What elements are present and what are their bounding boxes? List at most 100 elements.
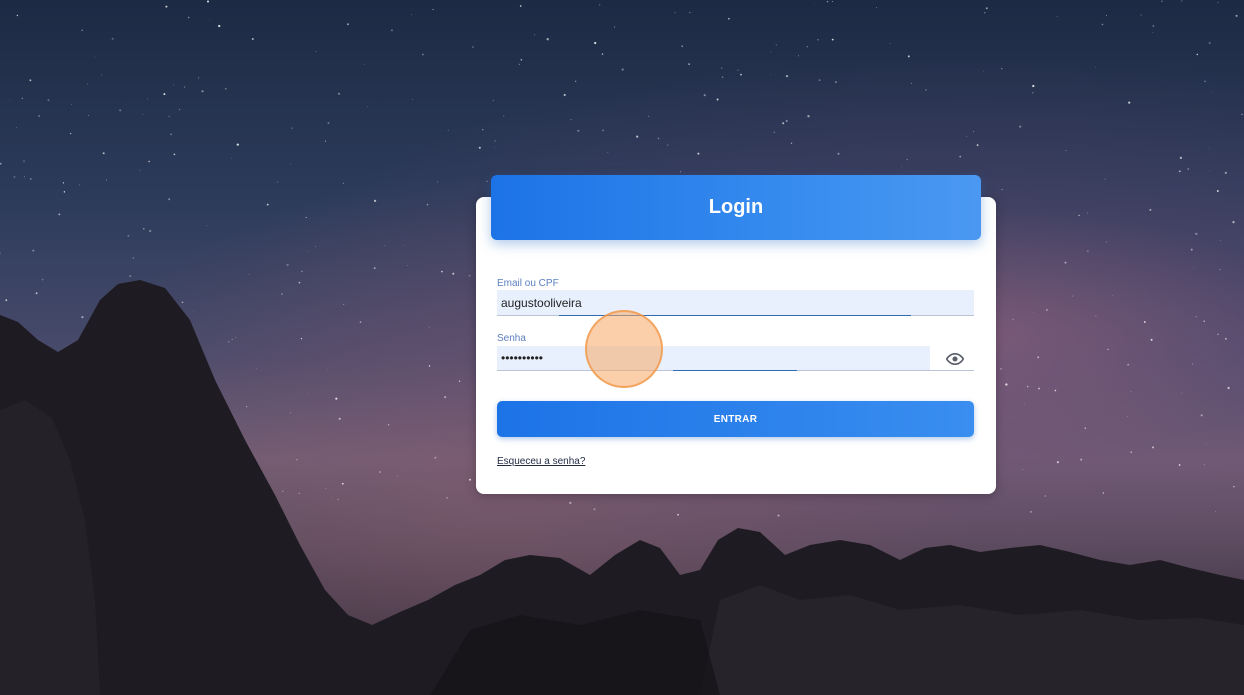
star	[594, 41, 597, 45]
star	[447, 129, 449, 131]
star	[520, 58, 523, 61]
star	[343, 303, 345, 305]
star	[1127, 416, 1128, 417]
star	[112, 385, 115, 388]
star	[233, 500, 235, 502]
toggle-password-visibility[interactable]	[944, 349, 966, 369]
star	[674, 12, 676, 14]
star	[577, 129, 580, 132]
star	[721, 76, 724, 78]
login-header: Login	[491, 175, 981, 240]
eye-icon	[946, 353, 964, 365]
star	[831, 1, 833, 2]
star	[1181, 392, 1183, 394]
forgot-password-link[interactable]: Esqueceu a senha?	[497, 456, 585, 467]
star	[143, 228, 145, 230]
star	[224, 87, 227, 90]
star	[1143, 320, 1146, 324]
star	[1205, 444, 1207, 445]
star	[231, 157, 233, 159]
star	[63, 191, 66, 193]
star	[189, 449, 192, 451]
star	[835, 81, 837, 83]
star	[689, 11, 691, 14]
star	[69, 132, 72, 135]
star	[458, 380, 461, 382]
star	[563, 93, 566, 97]
star	[341, 482, 344, 485]
star	[593, 508, 596, 511]
star	[305, 216, 307, 219]
star	[290, 412, 292, 414]
star	[62, 182, 65, 184]
star	[1038, 387, 1040, 390]
star	[680, 171, 681, 173]
star	[154, 411, 157, 414]
star	[1080, 458, 1083, 461]
star	[1104, 178, 1106, 180]
star	[574, 80, 577, 83]
star	[248, 273, 250, 275]
star	[282, 490, 284, 492]
star	[119, 109, 122, 112]
star	[1225, 337, 1227, 340]
password-label: Senha	[497, 333, 526, 344]
star	[281, 293, 283, 295]
star	[168, 115, 170, 118]
star	[697, 152, 700, 155]
star	[534, 34, 536, 36]
star	[452, 272, 455, 275]
star	[387, 424, 390, 426]
star	[1101, 23, 1104, 26]
star	[1150, 338, 1153, 341]
star	[0, 162, 2, 165]
star	[410, 13, 412, 15]
star	[326, 369, 328, 371]
star	[346, 23, 349, 26]
star	[16, 127, 18, 129]
email-field[interactable]	[497, 290, 974, 315]
star	[210, 413, 213, 415]
star	[365, 518, 367, 520]
star	[503, 115, 505, 117]
star	[232, 484, 235, 487]
star	[1216, 190, 1219, 192]
star	[469, 478, 471, 481]
star	[728, 17, 730, 20]
star	[1203, 464, 1205, 466]
login-submit-button[interactable]: ENTRAR	[497, 401, 974, 437]
star	[421, 53, 424, 56]
star	[826, 0, 829, 3]
star	[1029, 510, 1032, 513]
star	[770, 73, 772, 75]
star	[286, 263, 289, 267]
star	[770, 51, 772, 53]
star	[266, 203, 269, 206]
star	[1046, 309, 1048, 311]
star	[290, 163, 292, 165]
star	[570, 119, 572, 121]
star	[255, 367, 257, 369]
login-title: Login	[708, 196, 764, 218]
star	[91, 399, 94, 401]
star	[35, 292, 38, 295]
star	[218, 24, 221, 28]
star	[984, 12, 986, 14]
star	[601, 53, 604, 55]
star	[1106, 241, 1108, 243]
star	[165, 5, 168, 8]
star	[29, 79, 32, 82]
star	[102, 152, 105, 155]
star	[373, 267, 376, 270]
star	[1095, 315, 1097, 317]
star	[157, 377, 160, 380]
star	[1111, 295, 1113, 296]
password-field[interactable]	[497, 346, 930, 370]
star	[23, 176, 25, 178]
star	[906, 158, 908, 161]
star	[1087, 212, 1088, 214]
star	[875, 7, 877, 9]
star	[1152, 32, 1154, 34]
star	[163, 93, 166, 96]
star	[165, 375, 168, 378]
